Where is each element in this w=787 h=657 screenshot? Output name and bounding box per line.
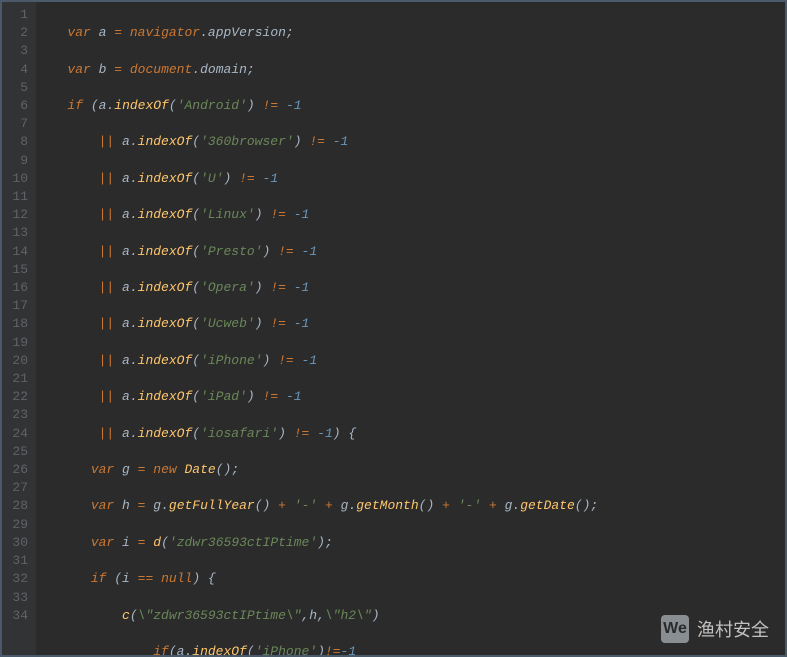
code-line: var i = d('zdwr36593ctIPtime'); [44, 534, 777, 552]
code-line: || a.indexOf('Presto') != -1 [44, 243, 777, 261]
code-line: var g = new Date(); [44, 461, 777, 479]
watermark: We 渔村安全 [661, 615, 769, 643]
code-line: || a.indexOf('Linux') != -1 [44, 206, 777, 224]
wechat-icon: We [661, 615, 689, 643]
code-editor: 1234567891011121314151617181920212223242… [0, 0, 787, 657]
line-number: 12 [12, 206, 28, 224]
line-number: 30 [12, 534, 28, 552]
watermark-text: 渔村安全 [697, 616, 769, 642]
code-line: || a.indexOf('360browser') != -1 [44, 133, 777, 151]
line-number: 33 [12, 589, 28, 607]
line-number: 13 [12, 224, 28, 242]
line-number: 21 [12, 370, 28, 388]
line-number: 22 [12, 388, 28, 406]
line-number: 15 [12, 261, 28, 279]
line-number: 17 [12, 297, 28, 315]
line-number: 1 [12, 6, 28, 24]
line-number: 27 [12, 479, 28, 497]
code-line: || a.indexOf('U') != -1 [44, 170, 777, 188]
line-number: 19 [12, 334, 28, 352]
line-number: 14 [12, 243, 28, 261]
code-line: || a.indexOf('Opera') != -1 [44, 279, 777, 297]
line-number: 29 [12, 516, 28, 534]
line-number: 8 [12, 133, 28, 151]
code-area[interactable]: var a = navigator.appVersion; var b = do… [36, 2, 785, 655]
line-number: 16 [12, 279, 28, 297]
line-number: 32 [12, 570, 28, 588]
line-number: 28 [12, 497, 28, 515]
line-number: 10 [12, 170, 28, 188]
code-line: var h = g.getFullYear() + '-' + g.getMon… [44, 497, 777, 515]
code-line: var a = navigator.appVersion; [44, 24, 777, 42]
line-number: 31 [12, 552, 28, 570]
line-number: 4 [12, 61, 28, 79]
line-number: 24 [12, 425, 28, 443]
line-number: 2 [12, 24, 28, 42]
line-number: 23 [12, 406, 28, 424]
code-line: if (a.indexOf('Android') != -1 [44, 97, 777, 115]
line-number: 26 [12, 461, 28, 479]
code-line: || a.indexOf('iPad') != -1 [44, 388, 777, 406]
line-number-gutter: 1234567891011121314151617181920212223242… [2, 2, 36, 655]
code-line: var b = document.domain; [44, 61, 777, 79]
line-number: 9 [12, 152, 28, 170]
line-number: 11 [12, 188, 28, 206]
line-number: 34 [12, 607, 28, 625]
code-line: if (i == null) { [44, 570, 777, 588]
line-number: 25 [12, 443, 28, 461]
line-number: 18 [12, 315, 28, 333]
line-number: 6 [12, 97, 28, 115]
line-number: 3 [12, 42, 28, 60]
line-number: 5 [12, 79, 28, 97]
code-line: if(a.indexOf('iPhone')!=-1 [44, 643, 777, 655]
code-line: || a.indexOf('Ucweb') != -1 [44, 315, 777, 333]
line-number: 7 [12, 115, 28, 133]
line-number: 20 [12, 352, 28, 370]
code-line: || a.indexOf('iosafari') != -1) { [44, 425, 777, 443]
code-line: || a.indexOf('iPhone') != -1 [44, 352, 777, 370]
